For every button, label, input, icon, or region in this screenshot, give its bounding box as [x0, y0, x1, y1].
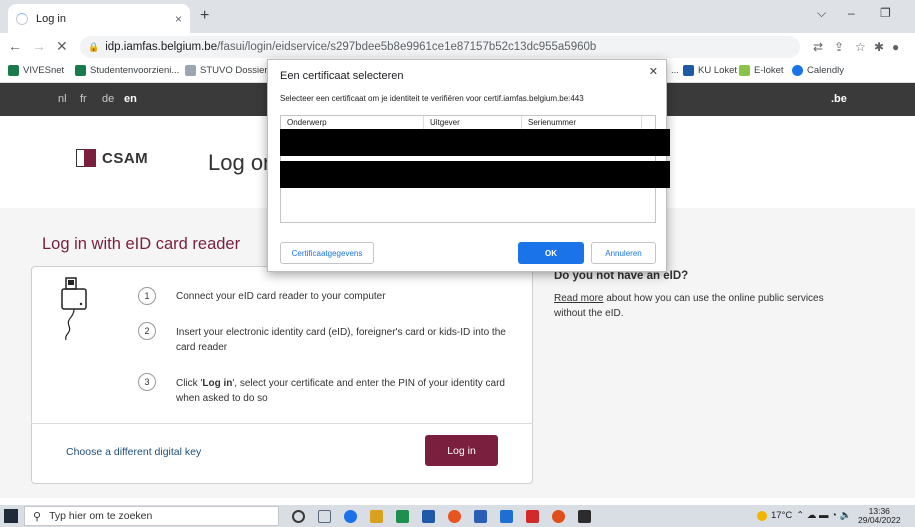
tray-icons[interactable]: ⌃ ☁ ▬ ◔ 🔈 [796, 510, 851, 521]
word-icon[interactable] [474, 510, 487, 523]
outlook-icon[interactable] [422, 510, 435, 523]
search-icon: ⚲ [33, 510, 42, 523]
cortana-icon[interactable] [292, 510, 305, 523]
app-icon[interactable] [578, 510, 591, 523]
new-tab-button[interactable]: + [200, 7, 209, 25]
step-2-text: Insert your electronic identity card (eI… [176, 327, 506, 353]
ku-loket-icon [683, 65, 694, 76]
firefox-icon[interactable] [552, 510, 565, 523]
calendly-icon [792, 65, 803, 76]
weather-widget[interactable]: 17°C ⌃ ☁ ▬ ◔ 🔈 [757, 510, 851, 521]
page-title: Log on [208, 150, 276, 175]
tab-search-icon[interactable]: ⌵ [817, 6, 826, 21]
dialog-close-button[interactable]: ✕ [649, 65, 658, 78]
step-3-bold: Log in [202, 378, 233, 389]
document-icon [185, 65, 196, 76]
column-issuer[interactable]: Uitgever [430, 118, 460, 127]
url-path: /fasui/login/eidservice/s297bdee5b8e9961… [217, 41, 597, 53]
profile-icon[interactable]: ● [892, 40, 899, 54]
tab-close-icon[interactable]: × [175, 12, 182, 26]
ok-button[interactable]: OK [518, 242, 584, 264]
store-icon[interactable] [396, 510, 409, 523]
read-more-link[interactable]: Read more [554, 293, 603, 304]
acrobat-icon[interactable] [526, 510, 539, 523]
browser-toolbar: ← → ✕ 🔒 idp.iamfas.belgium.be/fasui/logi… [0, 33, 915, 61]
redacted-certificate-row[interactable] [280, 129, 670, 156]
belgium-be-logo[interactable]: .be [831, 93, 847, 105]
no-eid-text: Read more about how you can use the onli… [554, 293, 824, 319]
url-host: idp.iamfas.belgium.be [105, 41, 218, 53]
windows-start-icon[interactable] [4, 509, 18, 523]
certificate-table-header: Onderwerp Uitgever Serienummer [281, 116, 657, 130]
edge-icon[interactable] [344, 510, 357, 523]
taskbar-search-placeholder: Typ hier om te zoeken [49, 510, 153, 522]
tab-title: Log in [36, 12, 66, 25]
dialog-title: Een certificaat selecteren [280, 70, 404, 82]
back-button[interactable]: ← [8, 38, 22, 54]
step-3-number: 3 [138, 373, 156, 391]
certificate-details-button[interactable]: Certificaatgegevens [280, 242, 374, 264]
taskbar-search[interactable]: ⚲ Typ hier om te zoeken [24, 506, 279, 526]
section-title: Log in with eID card reader [42, 235, 241, 253]
e-loket-icon [739, 65, 750, 76]
forward-button[interactable]: → [32, 38, 46, 54]
lang-nl[interactable]: nl [58, 93, 67, 105]
tab-strip: Log in × + ⌵ – ❐ [0, 0, 915, 33]
card-reader-icon [61, 277, 87, 341]
choose-different-key-link[interactable]: Choose a different digital key [66, 446, 201, 458]
lang-de[interactable]: de [102, 93, 114, 105]
step-1-text: Connect your eID card reader to your com… [176, 291, 386, 302]
column-subject[interactable]: Onderwerp [287, 118, 327, 127]
file-explorer-icon[interactable] [370, 510, 383, 523]
minimize-button[interactable]: – [848, 6, 855, 20]
extensions-icon[interactable]: ✱ [874, 40, 884, 54]
restore-button[interactable]: ❐ [880, 6, 891, 20]
bookmark-vivesnet[interactable]: VIVESnet [8, 65, 64, 76]
bookmark-e-loket[interactable]: E-loket [739, 65, 784, 76]
tab-login[interactable]: Log in × [8, 4, 190, 33]
bookmark-studentenvoorzieningen[interactable]: Studentenvoorzieni... [75, 65, 179, 76]
vives-icon [75, 65, 86, 76]
bookmark-ku-loket[interactable]: KU Loket [683, 65, 737, 76]
system-clock[interactable]: 13:36 29/04/2022 [858, 507, 901, 525]
vives-icon [8, 65, 19, 76]
chrome-icon[interactable] [448, 510, 461, 523]
cancel-button[interactable]: Annuleren [591, 242, 656, 264]
bookmark-star-icon[interactable]: ☆ [855, 40, 866, 54]
lang-fr[interactable]: fr [80, 93, 87, 105]
step-3-text: Click 'Log in', select your certificate … [176, 378, 505, 404]
windows-taskbar: ⚲ Typ hier om te zoeken 17°C ⌃ ☁ ▬ ◔ 🔈 1… [0, 505, 915, 527]
bookmarks-overflow[interactable]: ... [671, 65, 679, 76]
column-serial[interactable]: Serienummer [528, 118, 576, 127]
stop-button[interactable]: ✕ [56, 38, 68, 55]
bookmark-stuvo-dossiers[interactable]: STUVO Dossiers [185, 65, 272, 76]
task-view-icon[interactable] [318, 510, 331, 523]
redacted-certificate-row[interactable] [280, 161, 670, 188]
teams-icon[interactable] [500, 510, 513, 523]
lang-en[interactable]: en [124, 93, 137, 105]
address-bar[interactable]: 🔒 idp.iamfas.belgium.be/fasui/login/eids… [80, 36, 800, 58]
step-1-number: 1 [138, 287, 156, 305]
csam-logo-text: CSAM [102, 149, 149, 167]
csam-logo[interactable]: CSAM [76, 149, 148, 167]
step-2-number: 2 [138, 322, 156, 340]
bookmark-calendly[interactable]: Calendly [792, 65, 844, 76]
share-icon[interactable]: ⇪ [834, 40, 844, 54]
csam-logo-icon [76, 149, 96, 167]
loading-icon [16, 12, 28, 25]
dialog-description: Selecteer een certificaat om je identite… [280, 94, 584, 103]
login-button[interactable]: Log in [425, 435, 498, 466]
sun-icon [757, 510, 767, 521]
lock-icon[interactable]: 🔒 [88, 42, 99, 53]
translate-icon[interactable]: ⇄ [813, 40, 823, 54]
card-divider [31, 423, 533, 424]
